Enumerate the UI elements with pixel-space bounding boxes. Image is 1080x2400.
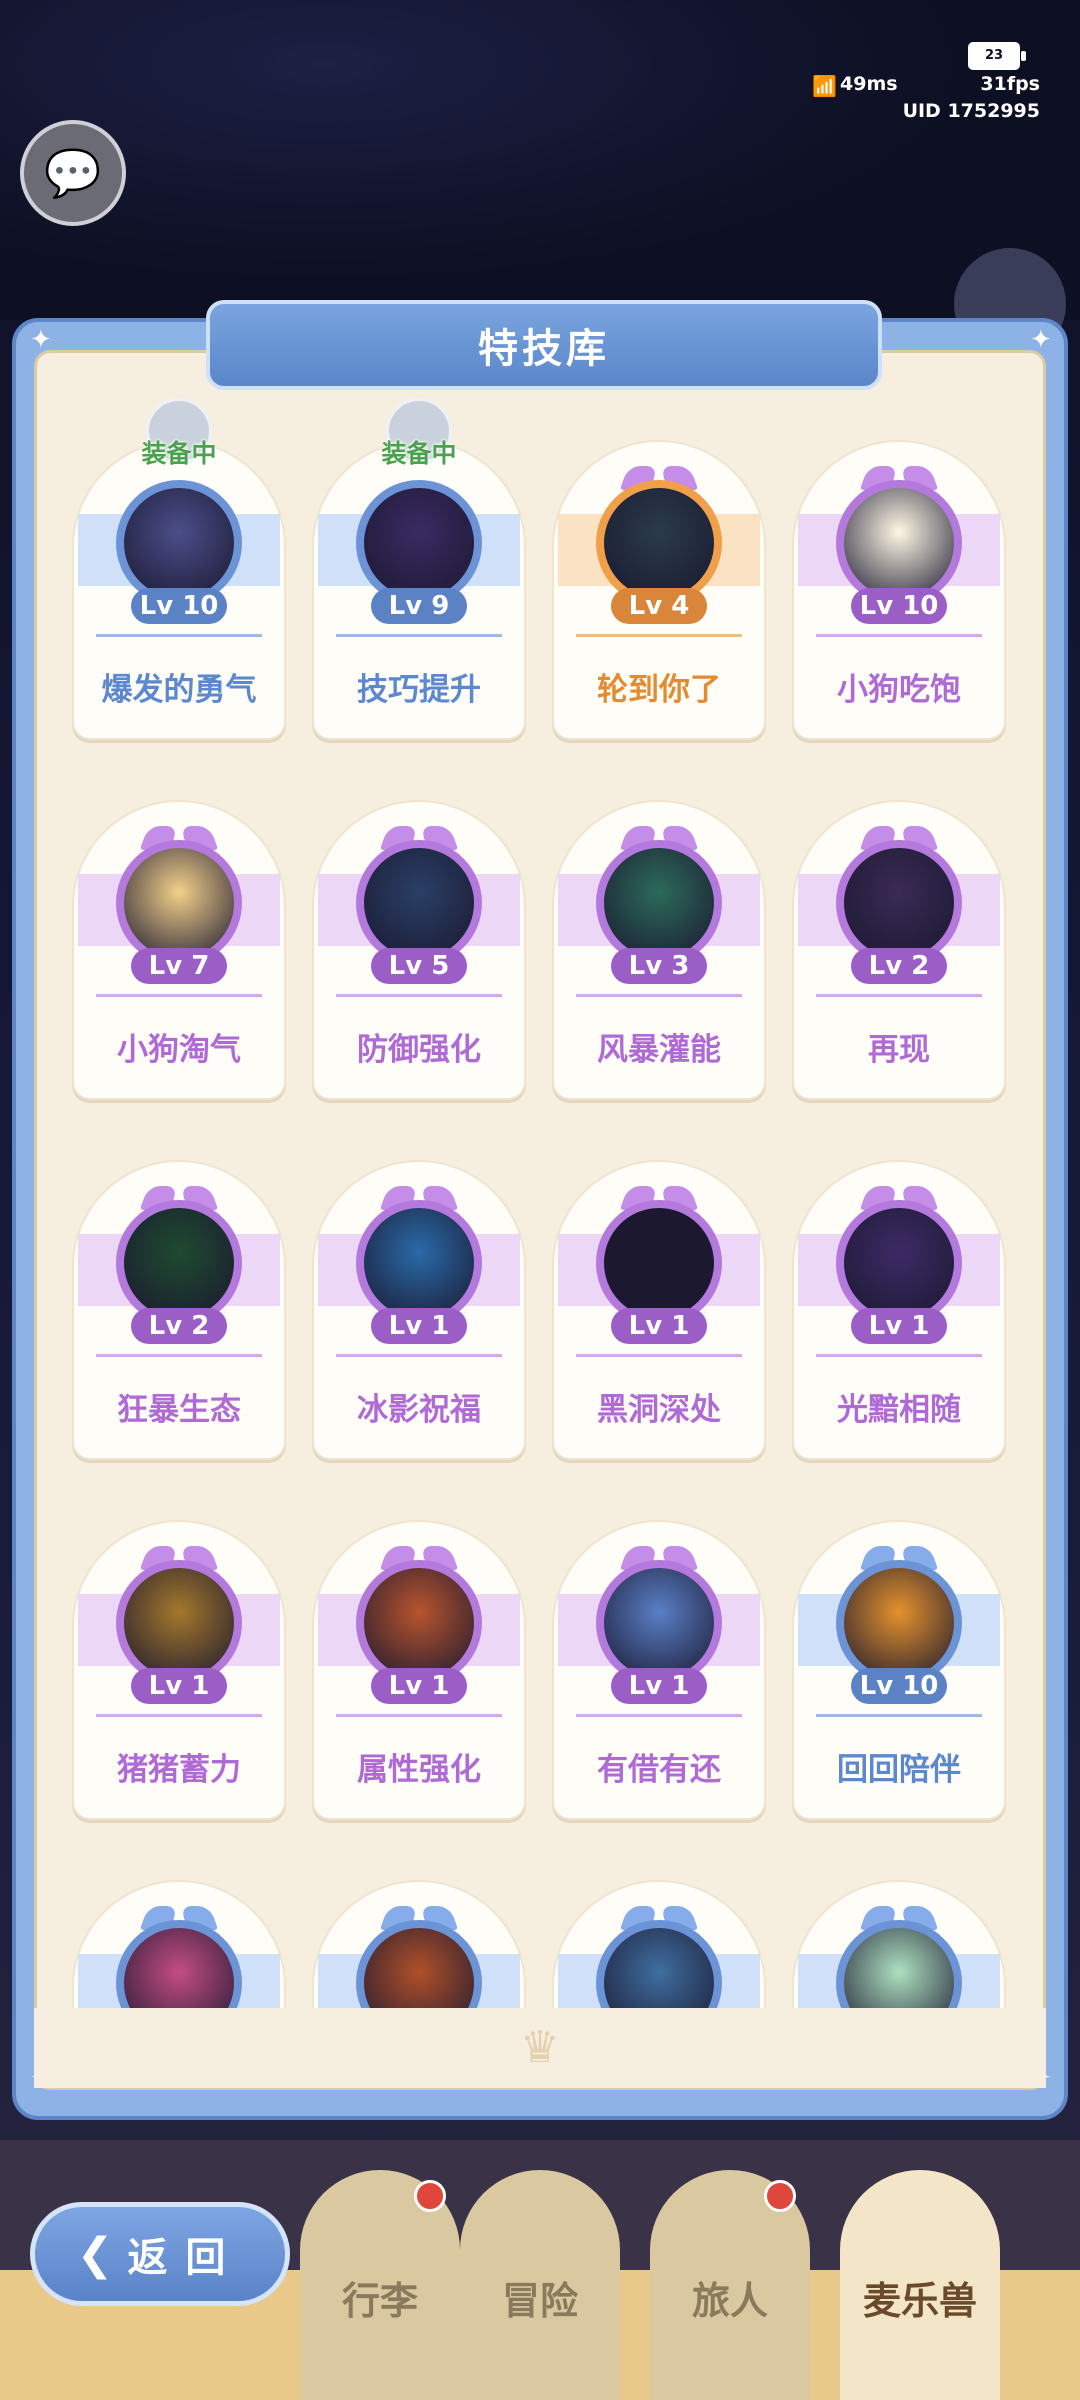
- card-divider: [336, 1354, 502, 1357]
- card-divider: [96, 1714, 262, 1717]
- skill-portrait: [356, 1920, 482, 2008]
- skill-level: Lv 3: [611, 948, 707, 984]
- skill-name: 轮到你了: [597, 672, 721, 708]
- card-divider: [336, 1714, 502, 1717]
- equipped-label: 装备中: [381, 439, 457, 468]
- skill-card[interactable]: Lv 4 轮到你了: [552, 440, 766, 740]
- skill-card[interactable]: [552, 1880, 766, 2008]
- card-divider: [576, 1714, 742, 1717]
- skill-level: Lv 10: [851, 1668, 947, 1704]
- skill-card[interactable]: Lv 2 狂暴生态: [72, 1160, 286, 1460]
- skill-level: Lv 2: [131, 1308, 227, 1344]
- skill-name: 光黯相随: [837, 1392, 961, 1428]
- tab-adventure[interactable]: 冒险: [460, 2170, 620, 2400]
- skill-portrait: [596, 1920, 722, 2008]
- skill-card-partial[interactable]: [552, 1880, 766, 2008]
- tab-luggage[interactable]: 行李: [300, 2170, 460, 2400]
- skill-level: Lv 7: [131, 948, 227, 984]
- battery-icon: 23: [968, 42, 1026, 70]
- ping-readout: 49ms: [840, 73, 898, 95]
- skill-level: Lv 2: [851, 948, 947, 984]
- wifi-icon: 📶: [812, 74, 837, 98]
- skill-level: Lv 1: [371, 1308, 467, 1344]
- skill-card[interactable]: Lv 1 黑洞深处: [552, 1160, 766, 1460]
- skill-card[interactable]: Lv 1 属性强化: [312, 1520, 526, 1820]
- skill-name: 技巧提升: [357, 672, 481, 708]
- skill-card[interactable]: [792, 1880, 1006, 2008]
- skill-card[interactable]: Lv 9 技巧提升 装备中: [312, 398, 526, 740]
- skill-level: Lv 4: [611, 588, 707, 624]
- crown-ornament-icon: ♛: [520, 2022, 560, 2073]
- skill-level: Lv 9: [371, 588, 467, 624]
- skill-level: Lv 5: [371, 948, 467, 984]
- skill-portrait: [836, 1920, 962, 2008]
- skill-level: Lv 1: [851, 1308, 947, 1344]
- skill-name: 猪猪蓄力: [117, 1752, 241, 1788]
- badge-dot: [764, 2180, 796, 2212]
- card-divider: [576, 1354, 742, 1357]
- skill-card[interactable]: [72, 1880, 286, 2008]
- skill-name: 属性强化: [357, 1752, 481, 1788]
- back-arrow-icon: ❮: [76, 2228, 114, 2280]
- card-divider: [336, 994, 502, 997]
- uid-readout: UID 1752995: [902, 100, 1040, 122]
- skill-card[interactable]: Lv 2 再现: [792, 800, 1006, 1100]
- card-divider: [96, 994, 262, 997]
- card-divider: [336, 634, 502, 637]
- tab-mailebeast[interactable]: 麦乐兽: [840, 2170, 1000, 2400]
- skill-name: 回回陪伴: [837, 1752, 961, 1788]
- skill-card[interactable]: [312, 1880, 526, 2008]
- skill-card-partial[interactable]: [72, 1880, 286, 2008]
- skill-name: 狂暴生态: [117, 1392, 241, 1428]
- card-divider: [96, 634, 262, 637]
- status-overlay: 23 📶 49ms 31fps UID 1752995: [812, 40, 1040, 130]
- skill-name: 防御强化: [357, 1032, 481, 1068]
- skill-level: Lv 10: [131, 588, 227, 624]
- card-divider: [816, 994, 982, 997]
- card-divider: [576, 994, 742, 997]
- skill-name: 再现: [868, 1032, 930, 1068]
- fps-readout: 31fps: [980, 73, 1040, 95]
- skill-card[interactable]: Lv 10 爆发的勇气 装备中: [72, 398, 286, 740]
- chat-icon: 💬: [44, 145, 102, 200]
- skill-name: 小狗吃饱: [837, 672, 961, 708]
- skill-name: 冰影祝福: [357, 1392, 481, 1428]
- skill-portrait: [116, 1920, 242, 2008]
- skill-name: 小狗淘气: [117, 1032, 241, 1068]
- equipped-label: 装备中: [141, 439, 217, 468]
- badge-dot: [414, 2180, 446, 2212]
- skill-level: Lv 1: [371, 1668, 467, 1704]
- back-button-label: 返回: [127, 2235, 244, 2281]
- skill-card[interactable]: Lv 10 小狗吃饱: [792, 440, 1006, 740]
- card-divider: [816, 1354, 982, 1357]
- skill-level: Lv 10: [851, 588, 947, 624]
- card-divider: [576, 634, 742, 637]
- skill-name: 有借有还: [597, 1752, 721, 1788]
- skill-level: Lv 1: [611, 1308, 707, 1344]
- skill-card[interactable]: Lv 7 小狗淘气: [72, 800, 286, 1100]
- skill-card-partial[interactable]: [792, 1880, 1006, 2008]
- card-divider: [96, 1354, 262, 1357]
- skill-card[interactable]: Lv 10 回回陪伴: [792, 1520, 1006, 1820]
- card-divider: [816, 634, 982, 637]
- skill-name: 风暴灌能: [597, 1032, 721, 1068]
- back-button[interactable]: ❮ 返回: [30, 2202, 290, 2306]
- skill-card[interactable]: Lv 1 有借有还: [552, 1520, 766, 1820]
- skill-name: 黑洞深处: [597, 1392, 721, 1428]
- skill-level: Lv 1: [611, 1668, 707, 1704]
- corner-star-icon: ✦: [30, 325, 52, 355]
- chat-button[interactable]: 💬: [20, 120, 126, 226]
- skill-card[interactable]: Lv 3 风暴灌能: [552, 800, 766, 1100]
- tab-travelers[interactable]: 旅人: [650, 2170, 810, 2400]
- skill-card[interactable]: Lv 1 猪猪蓄力: [72, 1520, 286, 1820]
- skill-card-partial[interactable]: [312, 1880, 526, 2008]
- skill-card[interactable]: Lv 1 冰影祝福: [312, 1160, 526, 1460]
- card-divider: [816, 1714, 982, 1717]
- panel-title: 特技库: [206, 300, 882, 390]
- skill-card[interactable]: Lv 1 光黯相随: [792, 1160, 1006, 1460]
- skill-card[interactable]: Lv 5 防御强化: [312, 800, 526, 1100]
- corner-star-icon: ✦: [1030, 325, 1052, 355]
- skill-name: 爆发的勇气: [101, 672, 257, 708]
- skill-level: Lv 1: [131, 1668, 227, 1704]
